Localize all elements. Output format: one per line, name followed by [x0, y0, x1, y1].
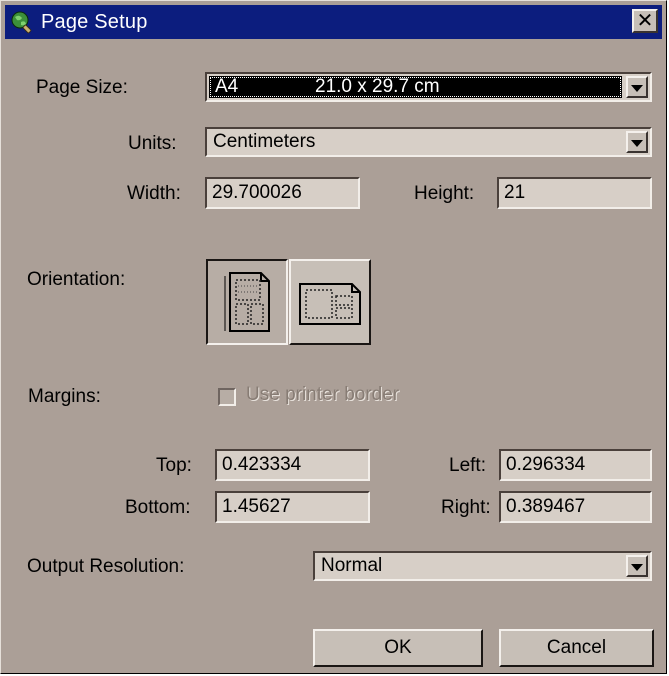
width-label: Width:	[127, 183, 181, 204]
output-resolution-select[interactable]: Normal	[313, 551, 652, 581]
cancel-button[interactable]: Cancel	[499, 629, 654, 667]
left-margin-field[interactable]: 0.296334	[499, 449, 652, 481]
ok-button[interactable]: OK	[313, 629, 483, 667]
orientation-label: Orientation:	[27, 269, 126, 290]
right-margin-label: Right:	[441, 497, 491, 518]
use-printer-border-label: Use printer border	[246, 384, 400, 405]
globe-magnifier-icon	[9, 10, 33, 34]
units-label: Units:	[128, 133, 177, 154]
height-label: Height:	[414, 183, 475, 204]
page-size-select[interactable]: A4 21.0 x 29.7 cm	[205, 72, 652, 102]
window-title: Page Setup	[41, 10, 148, 33]
chevron-down-icon	[631, 84, 643, 92]
title-bar[interactable]: Page Setup ✕	[5, 5, 662, 39]
units-dropdown-button[interactable]	[626, 131, 648, 153]
page-size-dropdown-button[interactable]	[626, 76, 648, 98]
close-button[interactable]: ✕	[632, 9, 658, 33]
left-margin-label: Left:	[449, 455, 486, 476]
page-size-value-name: A4	[215, 76, 239, 97]
landscape-page-icon	[299, 283, 361, 325]
portrait-orientation-button[interactable]	[206, 259, 288, 345]
top-margin-label: Top:	[156, 455, 192, 476]
output-resolution-dropdown-button[interactable]	[626, 555, 648, 577]
height-field[interactable]: 21	[497, 177, 652, 209]
units-select[interactable]: Centimeters	[205, 127, 652, 157]
units-value: Centimeters	[213, 131, 316, 152]
right-margin-field[interactable]: 0.389467	[499, 491, 652, 523]
use-printer-border-checkbox[interactable]	[218, 388, 236, 406]
chevron-down-icon	[631, 563, 643, 571]
bottom-margin-label: Bottom:	[125, 497, 191, 518]
close-icon: ✕	[636, 10, 654, 32]
page-size-value-dims: 21.0 x 29.7 cm	[315, 76, 440, 97]
chevron-down-icon	[631, 139, 643, 147]
page-setup-dialog: Page Setup ✕ Page Size: A4 21.0 x 29.7 c…	[0, 0, 667, 674]
output-resolution-label: Output Resolution:	[27, 556, 185, 577]
portrait-page-icon	[224, 272, 270, 332]
bottom-margin-field[interactable]: 1.45627	[215, 491, 370, 523]
margins-label: Margins:	[28, 386, 101, 407]
width-field[interactable]: 29.700026	[205, 177, 360, 209]
page-size-label: Page Size:	[36, 77, 128, 98]
landscape-orientation-button[interactable]	[289, 259, 371, 345]
top-margin-field[interactable]: 0.423334	[215, 449, 370, 481]
output-resolution-value: Normal	[321, 555, 383, 576]
